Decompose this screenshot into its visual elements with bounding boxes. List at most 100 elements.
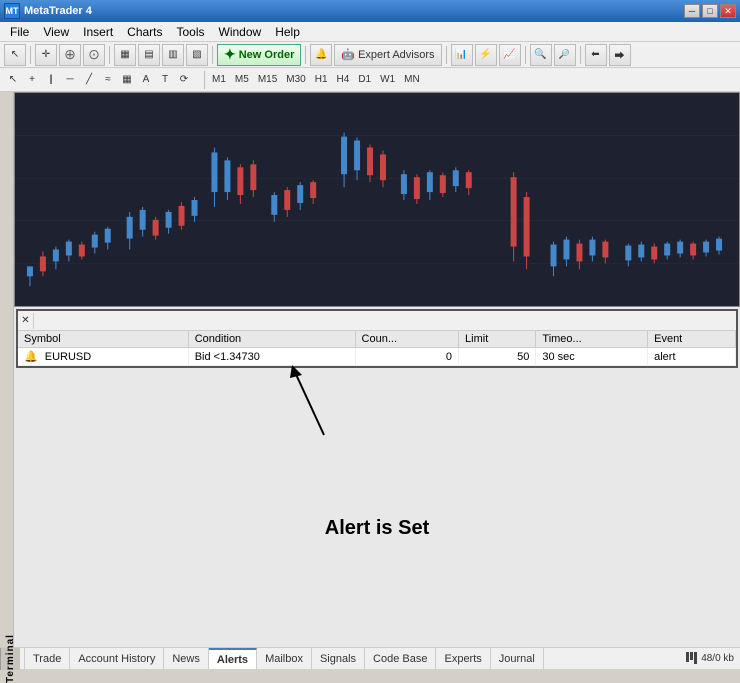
tf-h1[interactable]: H1 bbox=[311, 71, 332, 89]
menu-help[interactable]: Help bbox=[269, 23, 306, 41]
new-order-icon: ✦ bbox=[224, 46, 236, 63]
title-bar-left: MT MetaTrader 4 bbox=[4, 3, 92, 19]
toolbar-btn-chart2[interactable]: ▤ bbox=[138, 44, 160, 66]
tf-m5[interactable]: M5 bbox=[231, 71, 253, 89]
tool-trendline[interactable]: ╱ bbox=[80, 71, 98, 89]
tool-rect[interactable]: ▦ bbox=[118, 71, 136, 89]
tf-m1[interactable]: M1 bbox=[208, 71, 230, 89]
menu-window[interactable]: Window bbox=[213, 23, 268, 41]
expert-label: Expert Advisors bbox=[358, 49, 434, 61]
status-disk-icon bbox=[686, 652, 697, 664]
col-limit: Limit bbox=[459, 331, 536, 348]
toolbar-btn-period1[interactable]: ⚡ bbox=[475, 44, 497, 66]
tab-trade[interactable]: Trade bbox=[24, 648, 70, 669]
toolbar-btn-nav1[interactable]: ⊕ bbox=[59, 44, 81, 66]
cell-symbol-value: EURUSD bbox=[45, 351, 91, 363]
annotation-arrow bbox=[264, 360, 384, 440]
tool-label[interactable]: T bbox=[156, 71, 174, 89]
col-condition: Condition bbox=[188, 331, 355, 348]
status-kb-value: 48/0 kb bbox=[701, 653, 734, 664]
maximize-button[interactable]: □ bbox=[702, 4, 718, 18]
alerts-close-button[interactable]: ✕ bbox=[18, 313, 34, 329]
content-area: ✕ Symbol Condition Coun... Limit Timeo..… bbox=[14, 92, 740, 647]
col-timeout: Timeo... bbox=[536, 331, 648, 348]
tab-account-history[interactable]: Account History bbox=[70, 648, 164, 669]
toolbar-btn-chart3[interactable]: ▥ bbox=[162, 44, 184, 66]
chart-svg bbox=[15, 93, 739, 306]
left-strip bbox=[0, 92, 14, 647]
toolbar-sep-5 bbox=[446, 46, 447, 64]
alerts-panel-header: ✕ bbox=[18, 311, 736, 331]
toolbar-btn-crosshair[interactable]: ✛ bbox=[35, 44, 57, 66]
toolbar-btn-zoomin[interactable]: 🔍 bbox=[530, 44, 552, 66]
cell-timeout: 30 sec bbox=[536, 348, 648, 366]
col-count: Coun... bbox=[355, 331, 458, 348]
tf-mn[interactable]: MN bbox=[400, 71, 424, 89]
toolbar-btn-chart1[interactable]: ▦ bbox=[114, 44, 136, 66]
tf-m15[interactable]: M15 bbox=[254, 71, 281, 89]
toolbar-sep-2 bbox=[109, 46, 110, 64]
title-bar-controls: ─ □ ✕ bbox=[684, 4, 736, 18]
tab-journal[interactable]: Journal bbox=[491, 648, 544, 669]
tool-wave[interactable]: ≈ bbox=[99, 71, 117, 89]
tab-signals[interactable]: Signals bbox=[312, 648, 365, 669]
toolbar-btn-fwd[interactable]: ⮕ bbox=[609, 44, 631, 66]
cell-event: alert bbox=[648, 348, 736, 366]
tab-alerts[interactable]: Alerts bbox=[209, 648, 257, 669]
tool-arrow[interactable]: ↖ bbox=[4, 71, 22, 89]
tool-period[interactable]: ⟳ bbox=[175, 71, 193, 89]
app-icon: MT bbox=[4, 3, 20, 19]
tab-mailbox[interactable]: Mailbox bbox=[257, 648, 312, 669]
tool-text[interactable]: A bbox=[137, 71, 155, 89]
table-header-row: Symbol Condition Coun... Limit Timeo... … bbox=[18, 331, 736, 348]
alert-annotation-area: Alert is Set bbox=[14, 370, 740, 647]
tab-news[interactable]: News bbox=[164, 648, 209, 669]
toolbar-btn-back[interactable]: ⬅ bbox=[585, 44, 607, 66]
tf-tools-group: ↖ + | ─ ╱ ≈ ▦ A T ⟳ bbox=[4, 71, 193, 89]
menu-charts[interactable]: Charts bbox=[121, 23, 168, 41]
toolbar-sep-4 bbox=[305, 46, 306, 64]
toolbar-btn-nav2[interactable]: ⊙ bbox=[83, 44, 105, 66]
bottom-tabs: Trade Account History News Alerts Mailbo… bbox=[20, 648, 740, 669]
toolbar-btn-period2[interactable]: 📈 bbox=[499, 44, 521, 66]
menu-tools[interactable]: Tools bbox=[171, 23, 211, 41]
toolbar: ↖ ✛ ⊕ ⊙ ▦ ▤ ▥ ▧ ✦ New Order 🔔 🤖 Expert A… bbox=[0, 42, 740, 68]
title-bar: MT MetaTrader 4 ─ □ ✕ bbox=[0, 0, 740, 22]
toolbar-btn-chart4[interactable]: ▧ bbox=[186, 44, 208, 66]
menu-bar: File View Insert Charts Tools Window Hel… bbox=[0, 22, 740, 42]
col-symbol: Symbol bbox=[18, 331, 188, 348]
menu-file[interactable]: File bbox=[4, 23, 35, 41]
bottom-bar: Terminal Trade Account History News Aler… bbox=[0, 647, 740, 669]
tf-w1[interactable]: W1 bbox=[376, 71, 399, 89]
bell-icon: 🔔 bbox=[24, 351, 38, 363]
menu-view[interactable]: View bbox=[37, 23, 75, 41]
tab-experts[interactable]: Experts bbox=[436, 648, 490, 669]
menu-insert[interactable]: Insert bbox=[77, 23, 119, 41]
new-order-button[interactable]: ✦ New Order bbox=[217, 44, 301, 66]
toolbar-sep-3 bbox=[212, 46, 213, 64]
timeframe-toolbar: ↖ + | ─ ╱ ≈ ▦ A T ⟳ M1 M5 M15 M30 H1 H4 … bbox=[0, 68, 740, 92]
expert-advisors-button[interactable]: 🤖 Expert Advisors bbox=[334, 44, 441, 66]
toolbar-btn-indicators[interactable]: 📊 bbox=[451, 44, 473, 66]
title-bar-title: MetaTrader 4 bbox=[24, 5, 92, 17]
toolbar-btn-alert[interactable]: 🔔 bbox=[310, 44, 332, 66]
tf-d1[interactable]: D1 bbox=[354, 71, 375, 89]
tf-h4[interactable]: H4 bbox=[333, 71, 354, 89]
tf-m30[interactable]: M30 bbox=[282, 71, 309, 89]
toolbar-btn-zoomout[interactable]: 🔎 bbox=[554, 44, 576, 66]
col-event: Event bbox=[648, 331, 736, 348]
toolbar-btn-arrow[interactable]: ↖ bbox=[4, 44, 26, 66]
tool-vline[interactable]: | bbox=[42, 71, 60, 89]
cell-limit: 50 bbox=[459, 348, 536, 366]
terminal-tab[interactable]: Terminal bbox=[0, 648, 20, 670]
chart-area[interactable] bbox=[14, 92, 740, 307]
tool-cross[interactable]: + bbox=[23, 71, 41, 89]
tool-hline[interactable]: ─ bbox=[61, 71, 79, 89]
toolbar-sep-7 bbox=[580, 46, 581, 64]
toolbar-sep-6 bbox=[525, 46, 526, 64]
minimize-button[interactable]: ─ bbox=[684, 4, 700, 18]
expert-icon: 🤖 bbox=[341, 48, 355, 61]
tab-codebase[interactable]: Code Base bbox=[365, 648, 436, 669]
new-order-label: New Order bbox=[239, 49, 295, 61]
close-button[interactable]: ✕ bbox=[720, 4, 736, 18]
